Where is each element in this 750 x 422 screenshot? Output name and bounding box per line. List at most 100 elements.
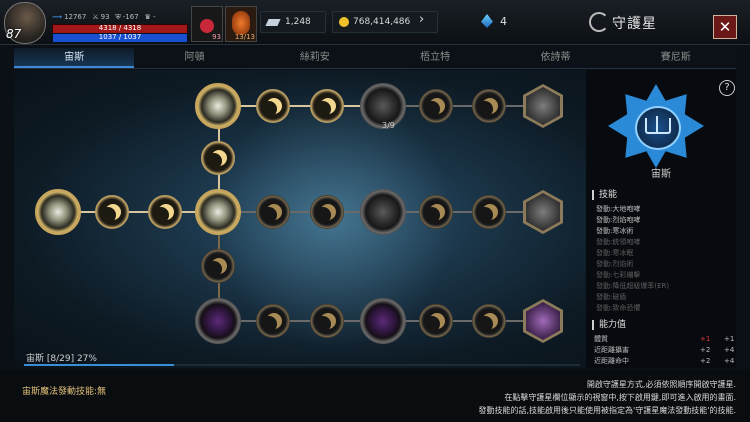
shield-icon: ⛨	[115, 13, 121, 21]
skill-item: 發動:烈焰咆哮	[596, 216, 641, 224]
skill-item: 發動:烈焰術	[596, 260, 634, 268]
tab-sirian[interactable]: 絲莉安	[255, 48, 375, 68]
star-node-small[interactable]	[256, 304, 290, 338]
instruction-line: 發動技能的話,技能啟用後只能使用被指定為'守護星魔法發動技能'的技能.	[478, 406, 736, 415]
tab-wulit[interactable]: 梧立特	[375, 48, 495, 68]
star-node-hub[interactable]	[195, 189, 241, 235]
potion-1-count: 93	[212, 33, 221, 41]
fire-scroll-icon	[232, 11, 250, 35]
gold-value: 768,414,486	[353, 17, 411, 27]
tree-progress-label: 宙斯 [8/29] 27%	[26, 354, 97, 364]
red-potion-icon	[200, 19, 214, 33]
large-node-counter: 3/9	[382, 121, 395, 130]
stat-d: ♛ -	[145, 13, 156, 22]
guardian-tabs: 宙斯 阿頓 絲莉安 梧立特 依詩蒂 賽尼斯	[14, 48, 736, 69]
star-node-small[interactable]	[419, 195, 453, 229]
ability-row: 體質 +1 +1	[594, 334, 734, 345]
moon-icon	[482, 204, 498, 220]
moon-icon	[482, 98, 498, 114]
star-hex-middle[interactable]	[523, 190, 563, 234]
stat-a-value: 12767	[64, 13, 87, 21]
ability-current: +1	[700, 335, 711, 343]
diamond-value: 1,248	[285, 17, 311, 27]
mp-text: 1037 / 1037	[98, 33, 142, 41]
moon-icon	[211, 150, 227, 166]
top-bar: 87 ⟿ 12767 ⚔ 93 ⛨ -167 ♛ - 4318 / 4318 1037 …	[0, 0, 750, 45]
close-button[interactable]: ✕	[713, 15, 737, 39]
tab-yishidi[interactable]: 依詩蒂	[495, 48, 615, 68]
star-node-small[interactable]	[201, 141, 235, 175]
star-node-small[interactable]	[419, 89, 453, 123]
moon-icon	[158, 204, 174, 220]
star-node-small[interactable]	[472, 89, 506, 123]
potion-slot-1[interactable]: 93	[191, 6, 223, 42]
link-left-chain	[58, 211, 218, 213]
star-node-small[interactable]	[201, 249, 235, 283]
skill-item: 發動:降低超級爆率(ER)	[596, 282, 670, 290]
tree-progress-track	[24, 364, 580, 366]
stat-b: ⚔ 93	[92, 13, 109, 22]
skill-item: 發動:七彩繃擊	[596, 271, 641, 279]
character-stats: ⟿ 12767 ⚔ 93 ⛨ -167 ♛ -	[52, 13, 155, 22]
potion-slot-2[interactable]: 13/13	[225, 6, 257, 42]
instruction-line: 在點擊守護星欄位顯示的視窗中,按下啟用鍵,即可進入啟用的畫面.	[504, 393, 736, 402]
star-node-small[interactable]	[148, 195, 182, 229]
star-tree-panel: 3/9 宙斯 [8/29] 27%	[14, 70, 586, 368]
sword-icon: ⚔	[92, 13, 99, 21]
chevron-right-icon[interactable]: ›	[419, 12, 424, 27]
ability-row: 近距離攝害 +2 +4	[594, 345, 734, 356]
footer: 宙斯魔法發動技能:無 開啟守護星方式,必須依照順序開啟守護星. 在點擊守護星欄位…	[0, 370, 750, 422]
tab-sainis[interactable]: 賽尼斯	[616, 48, 736, 68]
help-button[interactable]: ?	[719, 80, 735, 96]
star-node-small[interactable]	[95, 195, 129, 229]
detail-panel: ? 宙斯 技能 發動:大地咆哮 發動:烈焰咆哮 發動:寒冰術 發動:統領咆哮 發…	[586, 70, 736, 368]
moon-icon	[266, 204, 282, 220]
star-node-purple[interactable]	[195, 298, 241, 344]
hp-text: 4318 / 4318	[98, 24, 142, 32]
star-node-small[interactable]	[472, 304, 506, 338]
guardian-star-icon	[589, 12, 609, 32]
ability-next: +1	[724, 335, 735, 343]
ability-current: +2	[700, 346, 711, 354]
star-node-top-hub[interactable]	[195, 83, 241, 129]
tree-progress-fill	[24, 364, 175, 366]
skill-item: 發動:寒冰術	[596, 227, 634, 235]
star-node-purple[interactable]	[360, 298, 406, 344]
skill-item: 發動:破盾	[596, 293, 627, 301]
star-node-small[interactable]	[419, 304, 453, 338]
abilities-list: 體質 +1 +1 近距離攝害 +2 +4 近距離命中 +2 +4	[594, 334, 734, 367]
trophy-icon: ♛	[144, 13, 151, 21]
moon-icon	[429, 98, 445, 114]
stat-c: ⛨ -167	[116, 13, 139, 22]
star-node-root[interactable]	[35, 189, 81, 235]
tab-zeus[interactable]: 宙斯	[14, 48, 135, 68]
abilities-title: 能力值	[592, 320, 626, 330]
moon-icon	[482, 313, 498, 329]
magic-skill-label: 宙斯魔法發動技能:無	[22, 387, 107, 397]
star-node-small[interactable]	[472, 195, 506, 229]
star-node-small[interactable]	[256, 195, 290, 229]
mp-bar: 1037 / 1037	[52, 33, 188, 43]
stat-b-value: 93	[100, 13, 110, 21]
star-hex-top[interactable]	[523, 84, 563, 128]
star-node-small[interactable]	[256, 89, 290, 123]
link-top-row-lit	[218, 105, 383, 107]
stat-a: ⟿ 12767	[52, 13, 86, 22]
skills-list: 發動:大地咆哮 發動:烈焰咆哮 發動:寒冰術 發動:統領咆哮 發動:寒冰眠 發動…	[596, 204, 669, 314]
stat-d-value: -	[152, 13, 156, 21]
link-top-row-dim	[383, 105, 543, 107]
character-level: 87	[6, 27, 22, 41]
potion-2-count: 13/13	[234, 33, 255, 41]
star-node-small[interactable]	[310, 195, 344, 229]
star-node-small[interactable]	[310, 89, 344, 123]
guardian-name: 宙斯	[651, 169, 671, 180]
gold-coin-icon	[339, 17, 349, 27]
book-icon	[645, 116, 671, 134]
moon-icon	[105, 204, 121, 220]
star-node-large[interactable]	[360, 189, 406, 235]
diamond-icon	[265, 18, 281, 26]
star-hex-bottom[interactable]	[523, 299, 563, 343]
star-node-small[interactable]	[310, 304, 344, 338]
skills-title: 技能	[592, 190, 617, 200]
tab-aton[interactable]: 阿頓	[134, 48, 254, 68]
